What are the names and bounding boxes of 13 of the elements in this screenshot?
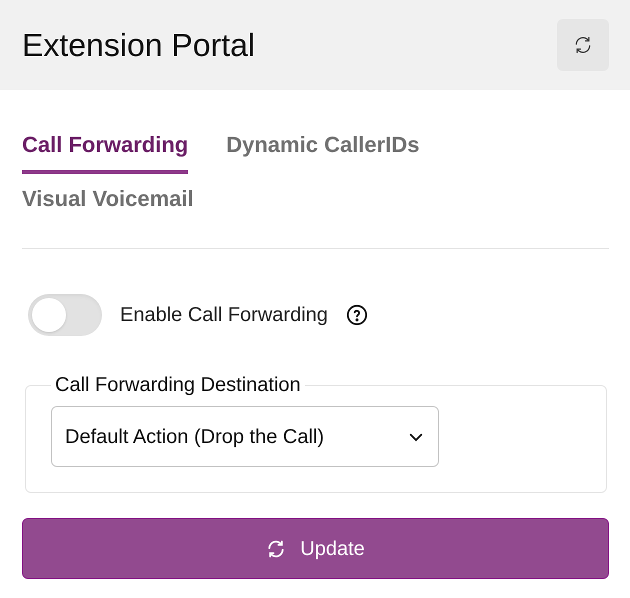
destination-select[interactable]: Default Action (Drop the Call) xyxy=(51,406,439,467)
update-button[interactable]: Update xyxy=(22,518,609,579)
toggle-label: Enable Call Forwarding xyxy=(120,303,328,328)
refresh-button[interactable] xyxy=(557,19,609,71)
help-icon[interactable] xyxy=(346,304,368,326)
tab[interactable]: Dynamic CallerIDs xyxy=(226,126,420,174)
refresh-icon xyxy=(573,35,593,55)
destination-legend: Call Forwarding Destination xyxy=(51,370,305,400)
tab[interactable]: Visual Voicemail xyxy=(22,180,194,228)
refresh-icon xyxy=(266,538,286,558)
page-title: Extension Portal xyxy=(22,26,256,65)
toggle-switch[interactable] xyxy=(28,294,102,336)
tab[interactable]: Call Forwarding xyxy=(22,126,188,174)
